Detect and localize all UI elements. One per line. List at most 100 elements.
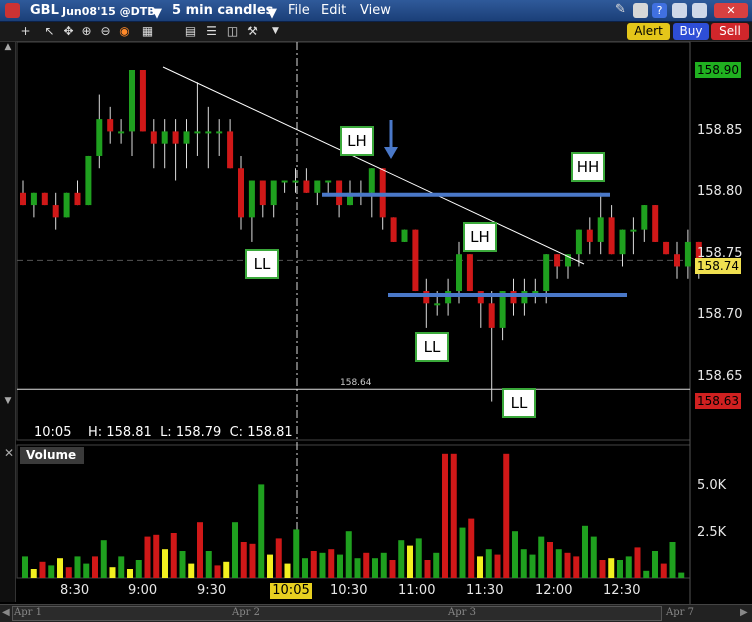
volume-bar	[109, 567, 116, 578]
trendline	[162, 66, 585, 265]
candle-body	[20, 192, 26, 206]
candle-body	[85, 155, 92, 206]
cursor-time-pill: 10:05	[270, 583, 312, 599]
candle-body	[227, 131, 234, 169]
time-axis-label: 11:30	[466, 583, 504, 598]
volume-bar	[459, 527, 466, 578]
volume-bar	[65, 567, 72, 578]
volume-bar	[328, 549, 335, 578]
ohlc-info: 10:05 H: 158.81 L: 158.79 C: 158.81	[34, 425, 293, 440]
candle-body	[41, 192, 48, 206]
candle-body	[445, 291, 452, 304]
volume-bar	[39, 561, 46, 578]
candle-body	[107, 119, 114, 132]
candle-body	[118, 131, 125, 134]
volume-bar	[529, 554, 536, 578]
volume-bar	[92, 556, 98, 578]
volume-panel-title[interactable]: Volume	[20, 447, 84, 464]
volume-bar	[74, 556, 81, 578]
candle-body	[303, 180, 310, 193]
volume-bar	[232, 522, 238, 578]
candle-body	[510, 291, 517, 304]
candle-body	[434, 303, 441, 306]
volume-bar	[442, 453, 448, 578]
volume-bar	[494, 554, 501, 578]
candle-body	[488, 303, 495, 328]
volume-bar	[48, 565, 55, 578]
candle-body	[238, 168, 244, 218]
candle-body	[129, 70, 135, 132]
volume-bar	[275, 538, 282, 578]
candle-body	[521, 291, 528, 304]
volume-bar	[547, 542, 553, 578]
volume-bar	[293, 529, 300, 578]
volume-bar	[249, 543, 256, 578]
level-line-label: 158.64	[340, 378, 372, 388]
volume-bar	[310, 551, 317, 578]
volume-bar	[643, 570, 650, 578]
annotation-hh[interactable]: HH	[571, 152, 605, 182]
price-chart[interactable]	[0, 0, 752, 604]
annotation-ll[interactable]: LL	[245, 249, 279, 279]
scrollbar-thumb[interactable]	[12, 606, 662, 621]
volume-bar	[302, 558, 308, 578]
candle-body	[139, 70, 146, 132]
volume-bar	[214, 565, 221, 578]
volume-bar	[398, 540, 405, 578]
time-axis-label: 12:00	[535, 583, 573, 598]
volume-bar	[267, 554, 273, 578]
info-high: 158.81	[106, 425, 152, 440]
volume-bar	[652, 551, 658, 578]
volume-bar	[573, 556, 580, 578]
price-axis-label: 158.85	[697, 123, 743, 138]
volume-bar	[223, 561, 230, 578]
candle-body	[63, 192, 70, 218]
candle-body	[150, 131, 157, 144]
candle-body	[292, 180, 299, 183]
volume-bar	[188, 563, 195, 578]
volume-bar	[634, 547, 641, 578]
scroll-date: Apr 7	[666, 607, 694, 618]
candle-body	[674, 254, 680, 267]
volume-bar	[485, 549, 492, 578]
volume-bar	[170, 533, 177, 578]
annotation-lh[interactable]: LH	[463, 222, 497, 252]
candle-body	[630, 229, 637, 232]
info-close: 158.81	[247, 425, 293, 440]
scroll-left-icon[interactable]: ◀	[2, 607, 10, 618]
candle-body	[652, 205, 659, 242]
candle-body	[205, 131, 212, 134]
volume-bar	[625, 556, 632, 578]
volume-axis-label: 2.5K	[697, 525, 727, 540]
volume-bar	[450, 453, 457, 578]
candle-body	[401, 229, 408, 242]
low-price-tag: 158.63	[695, 393, 741, 409]
volume-bar	[407, 545, 413, 578]
volume-bar	[162, 549, 168, 578]
annotation-ll[interactable]: LL	[502, 388, 536, 418]
high-price-tag: 158.90	[695, 62, 741, 78]
candle-body	[183, 131, 190, 144]
annotation-ll[interactable]: LL	[415, 332, 449, 362]
volume-bar	[678, 572, 685, 578]
volume-panel-frame	[16, 444, 691, 579]
annotation-lh[interactable]: LH	[340, 126, 374, 156]
info-low: 158.79	[175, 425, 222, 440]
candle-body	[74, 192, 81, 206]
scroll-right-icon[interactable]: ▶	[740, 607, 748, 618]
volume-bar	[372, 558, 378, 578]
price-axis-label: 158.70	[697, 307, 743, 322]
volume-bar	[22, 556, 28, 578]
volume-bar	[520, 549, 527, 578]
candle-body	[619, 229, 626, 255]
info-time: 10:05	[34, 425, 72, 440]
volume-bar	[468, 518, 475, 578]
candle-body	[663, 241, 670, 255]
volume-bar	[337, 554, 343, 578]
volume-bar	[345, 531, 352, 578]
volume-bar	[354, 558, 361, 578]
candle-body	[390, 217, 397, 242]
candle-body	[281, 180, 288, 183]
date-scrollbar[interactable]: Apr 1 Apr 2 Apr 3 Apr 7 ◀ ▶	[0, 604, 752, 622]
time-axis-label: 12:30	[603, 583, 641, 598]
